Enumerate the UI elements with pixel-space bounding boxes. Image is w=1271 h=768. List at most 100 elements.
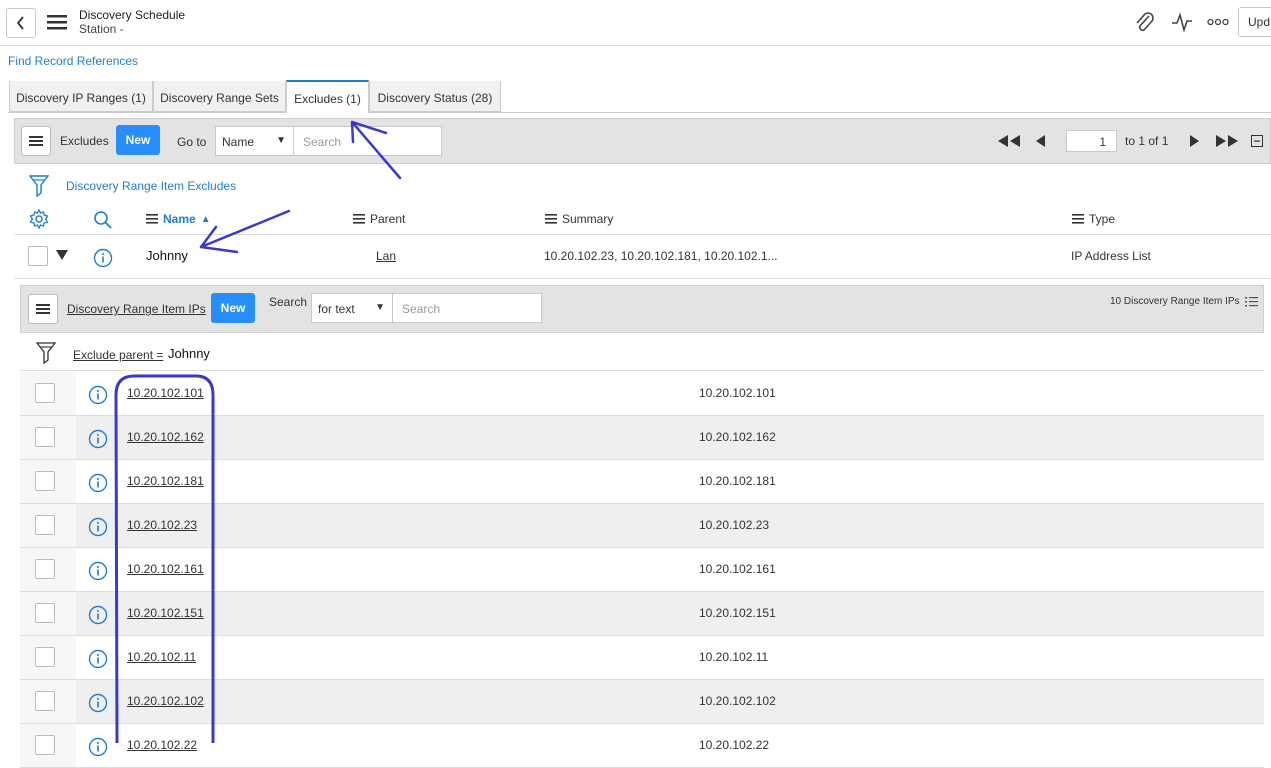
search-icon[interactable] <box>93 210 113 230</box>
column-header-name[interactable]: Name ▲ <box>146 212 211 226</box>
first-page-icon[interactable] <box>996 134 1022 148</box>
row-divider <box>14 278 1271 279</box>
column-header-type[interactable]: Type <box>1072 212 1115 226</box>
table-row: 10.20.102.11 10.20.102.11 <box>20 636 1264 680</box>
form-title: Discovery Schedule <box>79 8 186 22</box>
cell-ip-link[interactable]: 10.20.102.161 <box>127 562 204 576</box>
column-menu-icon <box>545 214 557 224</box>
gear-icon[interactable] <box>29 209 49 229</box>
cell-ip-link[interactable]: 10.20.102.22 <box>127 738 197 752</box>
cell-parent-link[interactable]: Lan <box>376 249 396 263</box>
goto-field-select[interactable]: Name ▼ <box>215 126 294 156</box>
back-icon <box>16 16 24 30</box>
cell-ip-value: 10.20.102.181 <box>699 474 776 488</box>
info-icon[interactable] <box>88 561 108 581</box>
table-row: 10.20.102.102 10.20.102.102 <box>20 680 1264 724</box>
form-header: Discovery Schedule Station - Upd <box>0 0 1271 46</box>
cell-summary: 10.20.102.23, 10.20.102.181, 10.20.102.1… <box>544 249 778 263</box>
cell-ip-link[interactable]: 10.20.102.151 <box>127 606 204 620</box>
info-icon[interactable] <box>88 737 108 757</box>
cell-ip-link[interactable]: 10.20.102.181 <box>127 474 204 488</box>
info-icon[interactable] <box>88 385 108 405</box>
search-field-value: for text <box>318 302 355 316</box>
row-checkbox[interactable] <box>35 559 55 579</box>
column-header-parent[interactable]: Parent <box>353 212 405 226</box>
info-icon[interactable] <box>88 429 108 449</box>
cell-ip-link[interactable]: 10.20.102.11 <box>127 650 196 664</box>
list-view-icon[interactable] <box>1245 296 1258 308</box>
list-context-menu-button[interactable] <box>21 126 51 156</box>
filter-icon[interactable] <box>36 342 56 364</box>
row-checkbox[interactable] <box>35 515 55 535</box>
related-list-title[interactable]: Discovery Range Item IPs <box>67 302 206 316</box>
previous-page-icon[interactable] <box>1034 134 1046 148</box>
search-field-select[interactable]: for text ▼ <box>311 293 393 323</box>
last-page-icon[interactable] <box>1214 134 1240 148</box>
column-header-summary[interactable]: Summary <box>545 212 613 226</box>
new-button[interactable]: New <box>116 125 160 155</box>
filter-breadcrumb[interactable]: Discovery Range Item Excludes <box>66 179 236 193</box>
page-number-input[interactable]: 1 <box>1066 130 1117 152</box>
column-header-label: Parent <box>370 212 406 226</box>
row-checkbox[interactable] <box>35 383 55 403</box>
tab-excludes[interactable]: Excludes (1) <box>286 80 369 113</box>
filter-icon[interactable] <box>29 175 49 197</box>
row-checkbox[interactable] <box>28 246 48 266</box>
hamburger-icon[interactable] <box>47 13 67 31</box>
search-input[interactable]: Search <box>293 126 442 156</box>
table-row: 10.20.102.22 10.20.102.22 <box>20 724 1264 768</box>
related-search-input[interactable]: Search <box>392 293 542 323</box>
cell-ip-link[interactable]: 10.20.102.162 <box>127 430 204 444</box>
info-icon[interactable] <box>88 473 108 493</box>
cell-ip-link[interactable]: 10.20.102.102 <box>127 694 204 708</box>
goto-field-value: Name <box>222 135 255 149</box>
column-menu-icon <box>353 214 365 224</box>
cell-name[interactable]: Johnny <box>146 248 188 263</box>
column-menu-icon <box>146 214 158 224</box>
tab-divider <box>8 112 1271 113</box>
cell-type: IP Address List <box>1071 249 1151 263</box>
table-row: 10.20.102.181 10.20.102.181 <box>20 460 1264 504</box>
filter-condition-value: Johnny <box>168 346 210 361</box>
chevron-down-icon: ▼ <box>375 302 385 313</box>
row-checkbox[interactable] <box>35 471 55 491</box>
chevron-down-icon: ▼ <box>276 135 286 146</box>
collapse-icon[interactable] <box>1251 135 1263 147</box>
row-checkbox[interactable] <box>35 691 55 711</box>
related-new-button[interactable]: New <box>211 293 255 323</box>
row-checkbox[interactable] <box>35 427 55 447</box>
info-icon[interactable] <box>88 649 108 669</box>
cell-ip-link[interactable]: 10.20.102.101 <box>127 386 204 400</box>
info-icon[interactable] <box>88 517 108 537</box>
column-menu-icon <box>1072 214 1084 224</box>
row-checkbox[interactable] <box>35 735 55 755</box>
cell-ip-value: 10.20.102.101 <box>699 386 776 400</box>
tab-discovery-ip-ranges[interactable]: Discovery IP Ranges (1) <box>9 81 153 112</box>
find-record-references-link[interactable]: Find Record References <box>8 54 138 68</box>
cell-ip-value: 10.20.102.162 <box>699 430 776 444</box>
info-icon[interactable] <box>93 248 113 268</box>
activity-icon[interactable] <box>1171 10 1193 34</box>
related-list-menu-button[interactable] <box>28 294 58 324</box>
cell-ip-link[interactable]: 10.20.102.23 <box>127 518 197 532</box>
back-button[interactable] <box>6 8 36 38</box>
cell-ip-value: 10.20.102.11 <box>699 650 769 664</box>
filter-condition-text[interactable]: Exclude parent = <box>73 348 163 362</box>
row-checkbox[interactable] <box>35 603 55 623</box>
table-row: 10.20.102.162 10.20.102.162 <box>20 416 1264 460</box>
next-page-icon[interactable] <box>1189 134 1201 148</box>
column-header-label: Summary <box>562 212 614 226</box>
paperclip-icon[interactable] <box>1133 10 1155 34</box>
hamburger-icon <box>29 136 43 146</box>
row-checkbox[interactable] <box>35 647 55 667</box>
tab-discovery-status[interactable]: Discovery Status (28) <box>369 81 501 112</box>
cell-ip-value: 10.20.102.161 <box>699 562 776 576</box>
table-row: 10.20.102.151 10.20.102.151 <box>20 592 1264 636</box>
expand-triangle-icon[interactable] <box>56 250 68 260</box>
update-button[interactable]: Upd <box>1238 7 1271 37</box>
more-icon[interactable] <box>1207 12 1229 32</box>
cell-ip-value: 10.20.102.22 <box>699 738 770 752</box>
info-icon[interactable] <box>88 693 108 713</box>
info-icon[interactable] <box>88 605 108 625</box>
tab-discovery-range-sets[interactable]: Discovery Range Sets <box>153 81 286 112</box>
